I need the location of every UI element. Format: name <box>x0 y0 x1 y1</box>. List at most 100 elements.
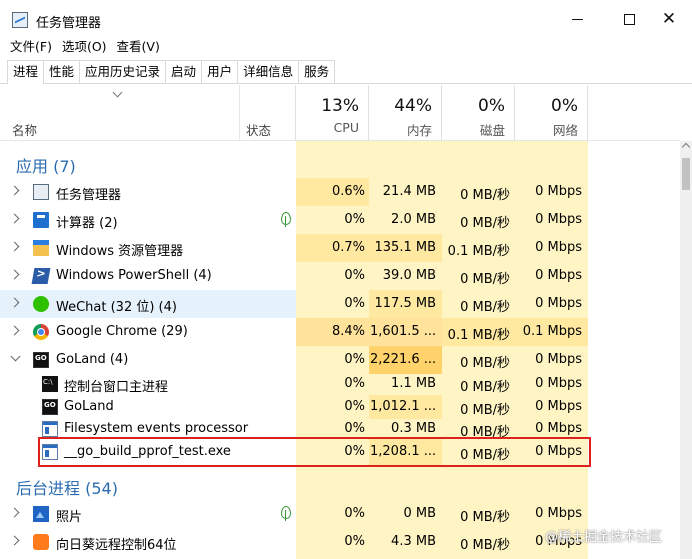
watermark: @稀土掘金技术社区 <box>545 530 663 545</box>
close-button[interactable]: ✕ <box>646 0 692 38</box>
cpu-value: 0% <box>344 268 365 283</box>
expand-chevron-icon[interactable] <box>12 215 20 223</box>
scrollbar-thumb[interactable] <box>682 158 690 190</box>
suspended-leaf-icon <box>280 211 291 227</box>
folder-icon <box>33 240 49 256</box>
expand-chevron-icon[interactable] <box>12 243 20 251</box>
cpu-value: 0.6% <box>331 184 365 199</box>
network-percent: 0% <box>551 96 578 116</box>
disk-value: 0.1 MB/秒 <box>447 328 510 343</box>
disk-value: 0.1 MB/秒 <box>447 244 510 259</box>
tab-startup[interactable]: 启动 <box>165 60 203 83</box>
memory-value: 1,012.1 ... <box>370 399 437 414</box>
process-name: 照片 <box>56 510 83 525</box>
goland-icon <box>33 352 49 368</box>
column-status-header[interactable]: 状态 <box>246 120 271 139</box>
expand-chevron-icon[interactable] <box>12 509 20 517</box>
section-apps-title[interactable]: 应用 (7) <box>16 153 76 177</box>
process-row[interactable]: GoLand (4) 0% 2,221.6 ... 0 MB/秒 0 Mbps <box>0 346 680 374</box>
memory-value: 117.5 MB <box>374 296 436 311</box>
memory-value: 1.1 MB <box>391 376 436 391</box>
network-value: 0 Mbps <box>535 184 582 199</box>
cpu-header[interactable]: 13% CPU <box>297 96 367 135</box>
header-divider <box>239 85 240 140</box>
memory-value: 0 MB <box>403 506 436 521</box>
process-row-selected[interactable]: WeChat (32 位) (4) 0% 117.5 MB 0 MB/秒 0 M… <box>0 290 680 318</box>
disk-value: 0 MB/秒 <box>460 300 510 315</box>
memory-value: 2.0 MB <box>391 212 436 227</box>
cpu-value: 8.4% <box>331 324 365 339</box>
tab-processes[interactable]: 进程 <box>7 60 45 84</box>
process-row[interactable]: 照片 0% 0 MB 0 MB/秒 0 Mbps <box>0 500 680 528</box>
header-bottom-divider <box>0 140 680 141</box>
cpu-value: 0% <box>344 212 365 227</box>
disk-value: 0 MB/秒 <box>460 272 510 287</box>
sunlogin-icon <box>33 534 49 550</box>
tab-services[interactable]: 服务 <box>298 60 336 83</box>
tab-details[interactable]: 详细信息 <box>237 60 300 83</box>
tab-app-history[interactable]: 应用历史记录 <box>79 60 167 83</box>
network-header[interactable]: 0% 网络 <box>516 96 586 139</box>
process-row[interactable]: Google Chrome (29) 8.4% 1,601.5 ... 0.1 … <box>0 318 680 346</box>
tab-bar: 进程 性能 应用历史记录 启动 用户 详细信息 服务 <box>0 60 692 84</box>
column-name-header[interactable]: 名称 <box>12 120 37 139</box>
chrome-icon <box>33 324 49 340</box>
cpu-percent: 13% <box>321 96 359 116</box>
powershell-icon <box>31 268 51 284</box>
expand-chevron-icon[interactable] <box>12 327 20 335</box>
sort-chevron-icon[interactable] <box>113 90 123 100</box>
expand-chevron-icon[interactable] <box>12 299 20 307</box>
process-name: Windows PowerShell (4) <box>56 268 212 283</box>
memory-percent: 44% <box>394 96 432 116</box>
process-name: GoLand <box>64 399 114 414</box>
child-process-row[interactable]: 控制台窗口主进程 0% 1.1 MB 0 MB/秒 0 Mbps <box>0 372 680 396</box>
collapse-chevron-icon[interactable] <box>12 355 20 363</box>
network-value: 0 Mbps <box>535 376 582 391</box>
network-label: 网络 <box>552 123 578 138</box>
menu-view[interactable]: 查看(V) <box>117 38 160 58</box>
expand-chevron-icon[interactable] <box>12 537 20 545</box>
network-value: 0 Mbps <box>535 506 582 521</box>
vertical-scrollbar[interactable] <box>680 141 692 559</box>
cpu-value: 0.7% <box>331 240 365 255</box>
cpu-value: 0% <box>344 421 365 436</box>
network-value: 0 Mbps <box>535 421 582 436</box>
disk-header[interactable]: 0% 磁盘 <box>443 96 513 139</box>
network-value: 0 Mbps <box>535 296 582 311</box>
network-value: 0 Mbps <box>535 212 582 227</box>
network-value: 0 Mbps <box>535 352 582 367</box>
cpu-value: 0% <box>344 352 365 367</box>
network-value: 0 Mbps <box>535 240 582 255</box>
menu-file[interactable]: 文件(F) <box>10 38 52 58</box>
wechat-icon <box>33 296 49 312</box>
tab-performance[interactable]: 性能 <box>43 60 81 83</box>
process-row[interactable]: 计算器 (2) 0% 2.0 MB 0 MB/秒 0 Mbps <box>0 206 680 234</box>
process-name: Filesystem events processor <box>64 421 249 436</box>
child-process-row[interactable]: GoLand 0% 1,012.1 ... 0 MB/秒 0 Mbps <box>0 395 680 419</box>
process-row[interactable]: Windows 资源管理器 0.7% 135.1 MB 0.1 MB/秒 0 M… <box>0 234 680 262</box>
disk-label: 磁盘 <box>479 123 505 138</box>
process-name: 任务管理器 <box>56 188 122 203</box>
expand-chevron-icon[interactable] <box>12 271 20 279</box>
console-icon <box>42 376 58 392</box>
cpu-value: 0% <box>344 506 365 521</box>
disk-value: 0 MB/秒 <box>460 188 510 203</box>
disk-percent: 0% <box>478 96 505 116</box>
cpu-value: 0% <box>344 376 365 391</box>
process-name: Google Chrome (29) <box>56 324 188 339</box>
menu-options[interactable]: 选项(O) <box>62 38 107 58</box>
tab-users[interactable]: 用户 <box>201 60 239 83</box>
cpu-value: 0% <box>344 534 365 549</box>
memory-value: 0.3 MB <box>391 421 436 436</box>
minimize-button[interactable] <box>554 0 600 38</box>
section-background-title[interactable]: 后台进程 (54) <box>16 475 118 499</box>
process-row[interactable]: Windows PowerShell (4) 0% 39.0 MB 0 MB/秒… <box>0 262 680 290</box>
process-row[interactable]: 任务管理器 0.6% 21.4 MB 0 MB/秒 0 Mbps <box>0 178 680 206</box>
network-value: 0 Mbps <box>535 399 582 414</box>
photos-icon <box>33 506 49 522</box>
memory-header[interactable]: 44% 内存 <box>370 96 440 139</box>
expand-chevron-icon[interactable] <box>12 187 20 195</box>
cpu-value: 0% <box>344 296 365 311</box>
disk-value: 0 MB/秒 <box>460 538 510 553</box>
minimize-icon <box>571 18 583 20</box>
